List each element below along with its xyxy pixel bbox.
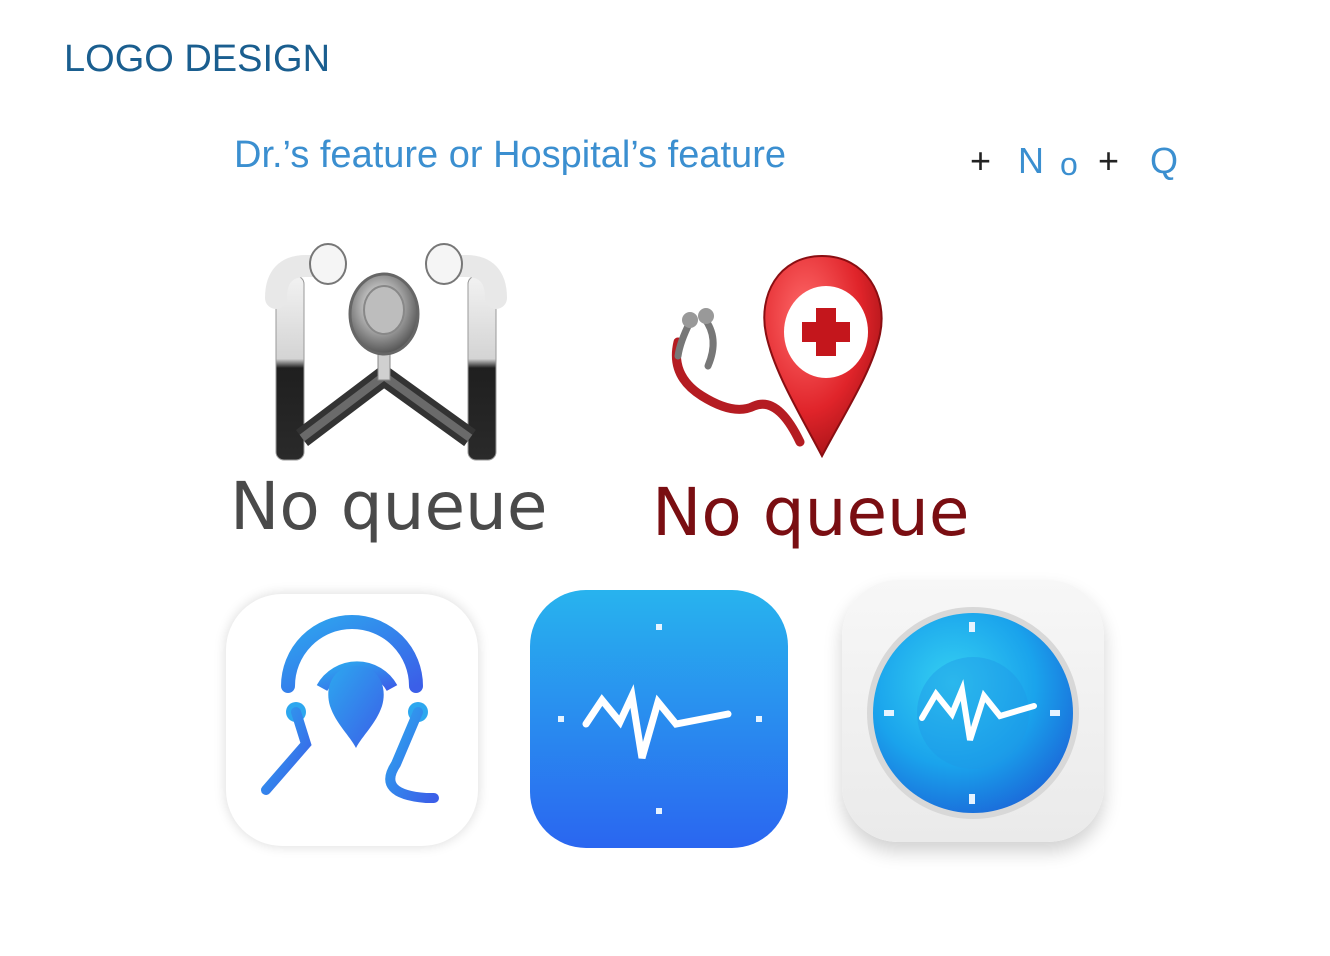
heartbeat-clock-round-app-icon bbox=[842, 580, 1104, 842]
logo-caption-red: No queue bbox=[652, 474, 970, 551]
formula-q: Q bbox=[1150, 140, 1178, 182]
formula-letter-o: o bbox=[1060, 146, 1078, 182]
formula-plus-second: + bbox=[1098, 140, 1120, 181]
heartbeat-clock-round-icon bbox=[867, 607, 1079, 819]
logo-design-page: LOGO DESIGN Dr.’s feature or Hospital’s … bbox=[0, 0, 1330, 956]
formula-plus: + bbox=[970, 140, 992, 181]
formula: + bbox=[970, 140, 991, 182]
page-title: LOGO DESIGN bbox=[64, 38, 331, 80]
formula-letter-n: N bbox=[1018, 140, 1044, 181]
stethoscope-w-icon bbox=[262, 238, 512, 468]
formula-letter-q: Q bbox=[1150, 140, 1179, 181]
formula-plus-2: + bbox=[1098, 140, 1119, 182]
formula-o: o bbox=[1060, 146, 1078, 183]
heartbeat-clock-app-icon bbox=[530, 590, 788, 848]
map-pin-stethoscope-icon bbox=[650, 246, 900, 466]
formula-n: N bbox=[1018, 140, 1044, 182]
logo-caption-grey: No queue bbox=[230, 468, 548, 545]
page-subtitle: Dr.’s feature or Hospital’s feature bbox=[234, 134, 786, 176]
q-pin-app-icon bbox=[226, 594, 478, 846]
heartbeat-clock-icon bbox=[558, 624, 762, 814]
q-pin-icon bbox=[261, 615, 439, 803]
